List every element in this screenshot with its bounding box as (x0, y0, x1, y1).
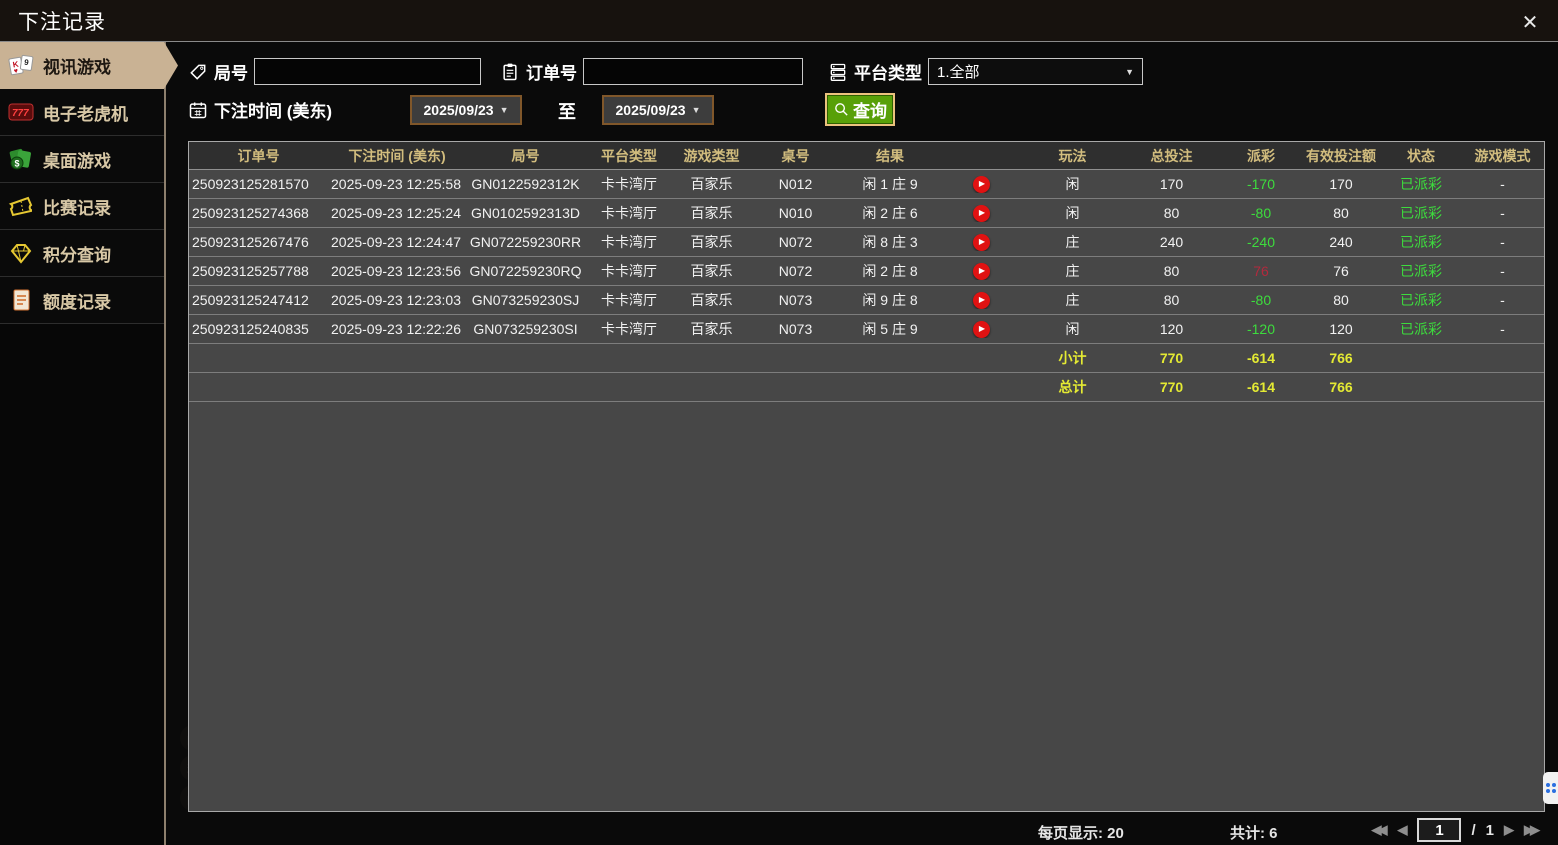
play-video-button[interactable]: ▶ (972, 262, 990, 280)
titlebar: 下注记录 ✕ (0, 0, 1558, 42)
col-header: 桌号 (781, 147, 810, 164)
sidebar-item-label: 积分查询 (43, 245, 111, 265)
subtotal-row: 小计 770 -614 766 (189, 344, 1544, 373)
date-from-picker[interactable]: 2025/09/23 ▼ (410, 95, 522, 125)
pagination-bar: 每页显示: 20 共计: 6 ◀◀ ◀ / 1 ▶ ▶▶ (188, 814, 1548, 845)
status-badge: 已派彩 (1400, 263, 1442, 279)
grand-total-row: 总计 770 -614 766 (189, 373, 1544, 402)
svg-text:$: $ (15, 159, 20, 169)
quota-document-icon (8, 288, 34, 312)
col-header: 总投注 (1150, 147, 1193, 164)
page-separator: / (1471, 821, 1476, 839)
last-page-icon[interactable]: ▶▶ (1524, 822, 1540, 838)
total-count-label: 共计: 6 (1230, 825, 1278, 842)
sidebar-item-label: 桌面游戏 (43, 151, 111, 171)
play-video-button[interactable]: ▶ (972, 291, 990, 309)
col-header: 局号 (511, 147, 540, 164)
table-empty-area (189, 402, 1544, 811)
status-badge: 已派彩 (1400, 292, 1442, 308)
prev-page-icon[interactable]: ◀ (1397, 822, 1407, 838)
status-badge: 已派彩 (1400, 234, 1442, 250)
col-header: 游戏模式 (1474, 147, 1531, 164)
search-button[interactable]: 查询 (825, 93, 895, 126)
chevron-down-icon: ▼ (499, 105, 509, 115)
sidebar-item-label: 比赛记录 (43, 198, 111, 218)
page-total: 1 (1485, 821, 1494, 839)
sidebar-item-label: 额度记录 (43, 292, 111, 312)
sidebar-item-points-query[interactable]: 积分查询 (0, 230, 164, 277)
close-icon[interactable]: ✕ (1516, 8, 1544, 36)
col-header: 状态 (1407, 147, 1435, 164)
video-cards-icon: K ♥ 9 (8, 54, 34, 78)
chevron-down-icon: ▼ (1125, 66, 1134, 77)
helper-widget[interactable] (1543, 772, 1558, 804)
table-row: 250923125247412 2025-09-23 12:23:03 GN07… (189, 286, 1544, 315)
sidebar-item-slots[interactable]: 777 电子老虎机 (0, 89, 164, 136)
col-header: 游戏类型 (683, 147, 740, 164)
sidebar-item-video-games[interactable]: K ♥ 9 视讯游戏 (0, 42, 178, 89)
calendar-icon (189, 102, 207, 118)
next-page-icon[interactable]: ▶ (1504, 822, 1514, 838)
col-header: 平台类型 (601, 147, 657, 164)
svg-text:777: 777 (12, 108, 29, 119)
table-games-icon: $ (8, 147, 34, 171)
page-number-input[interactable] (1417, 818, 1462, 842)
col-header: 结果 (876, 147, 904, 164)
match-ticket-icon (8, 194, 34, 218)
tag-icon (190, 64, 206, 80)
platform-type-select[interactable]: 1.全部 ▼ (928, 58, 1143, 85)
platform-stack-icon (830, 63, 846, 81)
date-to-picker[interactable]: 2025/09/23 ▼ (602, 95, 714, 125)
drag-dots-icon (1545, 783, 1556, 793)
sidebar-item-table-games[interactable]: $ 桌面游戏 (0, 136, 164, 183)
order-number-label: 订单号 (500, 59, 577, 84)
round-number-label: 局号 (188, 59, 248, 84)
col-header: 有效投注额 (1306, 147, 1376, 164)
betting-records-window: 大师 闲 庄 闲 闲 和 闲 6 和 闲 6 闲 闲 下注记录 ✕ K♥ 9 视… (0, 0, 1558, 845)
sidebar-item-label: 电子老虎机 (43, 104, 128, 124)
sidebar: K ♥ 9 视讯游戏 777 电子老虎机 $ 桌面游戏 比赛记录 积分查询 额度… (0, 42, 178, 845)
platform-type-label: 平台类型 (828, 59, 922, 84)
first-page-icon[interactable]: ◀◀ (1371, 822, 1387, 838)
search-icon (835, 103, 848, 116)
records-table: 订单号 下注时间 (美东) 局号 平台类型 游戏类型 桌号 结果 玩法 总投注 … (188, 141, 1545, 812)
status-badge: 已派彩 (1400, 205, 1442, 221)
round-number-input[interactable] (254, 58, 481, 85)
platform-selected-value: 1.全部 (937, 64, 980, 81)
points-diamond-icon (8, 241, 34, 265)
sidebar-item-match-records[interactable]: 比赛记录 (0, 183, 164, 230)
per-page-label: 每页显示: 20 (1038, 825, 1124, 842)
clipboard-icon (503, 63, 517, 80)
play-video-button[interactable]: ▶ (972, 233, 990, 251)
play-video-button[interactable]: ▶ (972, 320, 990, 338)
table-row: 250923125274368 2025-09-23 12:25:24 GN01… (189, 199, 1544, 228)
date-range-to-label: 至 (558, 102, 576, 122)
table-row: 250923125267476 2025-09-23 12:24:47 GN07… (189, 228, 1544, 257)
col-header: 派彩 (1247, 147, 1275, 164)
bet-time-label: 下注时间 (美东) (188, 97, 332, 122)
sidebar-item-quota-records[interactable]: 额度记录 (0, 277, 164, 324)
table-row: 250923125281570 2025-09-23 12:25:58 GN01… (189, 170, 1544, 199)
play-video-button[interactable]: ▶ (972, 204, 990, 222)
col-header: 玩法 (1058, 147, 1087, 164)
window-title: 下注记录 (18, 10, 106, 34)
play-video-button[interactable]: ▶ (972, 175, 990, 193)
table-header-row: 订单号 下注时间 (美东) 局号 平台类型 游戏类型 桌号 结果 玩法 总投注 … (189, 142, 1544, 170)
order-number-input[interactable] (583, 58, 803, 85)
col-header: 订单号 (237, 147, 280, 164)
status-badge: 已派彩 (1400, 321, 1442, 337)
table-row: 250923125240835 2025-09-23 12:22:26 GN07… (189, 315, 1544, 344)
status-badge: 已派彩 (1400, 176, 1442, 192)
filter-bar: 局号 订单号 平台类型 1.全部 ▼ 下注时间 (美东) 2025/09/23 … (166, 42, 1558, 141)
slot-777-icon: 777 (8, 100, 34, 124)
chevron-down-icon: ▼ (691, 105, 701, 115)
table-row: 250923125257788 2025-09-23 12:23:56 GN07… (189, 257, 1544, 286)
col-header: 下注时间 (美东) (348, 147, 446, 164)
sidebar-item-label: 视讯游戏 (43, 58, 111, 77)
